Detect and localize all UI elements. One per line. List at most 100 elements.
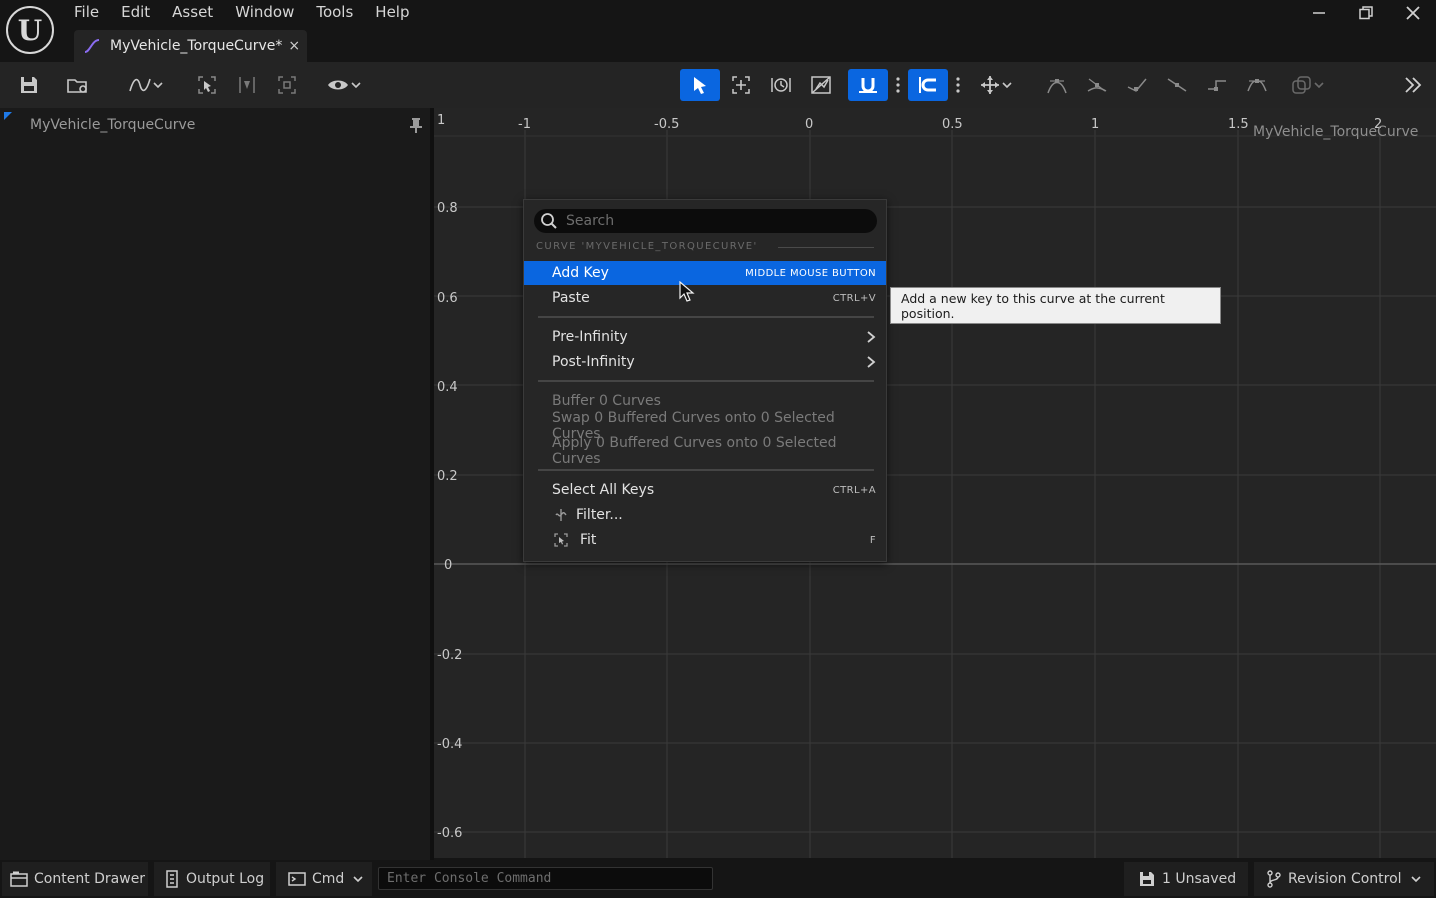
toolbar-overflow-button[interactable] [1398, 70, 1428, 100]
frame-vertical-button[interactable] [232, 70, 262, 100]
asset-tab[interactable]: MyVehicle_TorqueCurve* × [74, 30, 307, 62]
break-tangent-icon [1127, 78, 1147, 92]
axis-snapping-dropdown[interactable] [972, 70, 1020, 100]
graph-curve-label: MyVehicle_TorqueCurve [1253, 124, 1418, 140]
menu-item-shortcut: CTRL+A [832, 484, 876, 496]
menu-item-fit[interactable]: Fit F [524, 528, 886, 552]
menu-item-paste[interactable]: Paste CTRL+V [524, 286, 886, 310]
minimize-button[interactable] [1296, 0, 1342, 26]
menu-item-label: Select All Keys [552, 482, 655, 498]
menu-item-label: Fit [580, 532, 597, 548]
output-log-icon [166, 870, 178, 888]
cmd-dropdown[interactable]: Cmd [276, 862, 372, 896]
menu-item-apply-buffered: Apply 0 Buffered Curves onto 0 Selected … [524, 435, 886, 467]
snap-time-options[interactable] [892, 70, 904, 100]
flatten-tangent-button[interactable] [1242, 70, 1272, 100]
curve-tree-panel: MyVehicle_TorqueCurve [0, 108, 430, 860]
menu-tools[interactable]: Tools [305, 0, 364, 26]
chevron-down-icon [353, 876, 363, 883]
user-tangent-icon [1087, 78, 1107, 92]
fit-icon [554, 533, 568, 547]
terminal-icon [288, 872, 306, 886]
restore-button[interactable] [1343, 0, 1389, 26]
menu-item-select-all-keys[interactable]: Select All Keys CTRL+A [524, 478, 886, 502]
auto-tangent-button[interactable] [1042, 70, 1072, 100]
x-tick-label: 1 [437, 113, 445, 128]
menu-window[interactable]: Window [224, 0, 305, 26]
menu-item-shortcut: MIDDLE MOUSE BUTTON [745, 267, 876, 279]
magnet-vertical-icon [919, 77, 936, 93]
curve-asset-icon [84, 39, 100, 53]
snap-value-button[interactable] [908, 69, 948, 101]
double-chevron-right-icon [1405, 77, 1422, 93]
transform-icon [732, 76, 750, 94]
transform-tool-button[interactable] [726, 70, 756, 100]
minimize-icon [1313, 12, 1325, 14]
tangent-options-dropdown[interactable] [1284, 70, 1332, 100]
browse-button[interactable] [62, 70, 94, 100]
view-options-dropdown[interactable] [320, 70, 368, 100]
search-input[interactable] [564, 212, 858, 230]
retime-icon [771, 78, 791, 92]
menu-help[interactable]: Help [364, 0, 420, 26]
y-tick-label: 0 [444, 558, 452, 573]
menu-file[interactable]: File [74, 0, 110, 26]
x-tick-label: 1.5 [1228, 117, 1249, 132]
close-icon [1406, 6, 1420, 20]
select-tool-button[interactable] [680, 69, 720, 101]
unsaved-assets-icon [1140, 872, 1154, 886]
chevron-down-icon [1002, 82, 1012, 89]
menu-asset[interactable]: Asset [161, 0, 224, 26]
y-tick-label: 0.8 [437, 201, 458, 216]
frame-horizontal-icon [278, 76, 296, 94]
menu-item-pre-infinity[interactable]: Pre-Infinity [524, 325, 886, 349]
save-button[interactable] [14, 70, 44, 100]
y-tick-label: -0.6 [437, 826, 462, 841]
console-command-input[interactable] [378, 867, 713, 890]
unreal-logo-icon[interactable]: U [6, 6, 54, 54]
constant-tangent-button[interactable] [1202, 70, 1232, 100]
revision-control-label: Revision Control [1288, 871, 1402, 887]
close-window-button[interactable] [1390, 0, 1436, 26]
frame-horizontal-button[interactable] [272, 70, 302, 100]
snap-time-button[interactable] [848, 69, 888, 101]
menu-item-filter[interactable]: Filter... [524, 503, 886, 527]
content-drawer-icon [10, 871, 28, 887]
break-tangent-button[interactable] [1122, 70, 1152, 100]
section-divider [778, 247, 874, 248]
search-icon [541, 213, 557, 229]
menu-item-post-infinity[interactable]: Post-Infinity [524, 350, 886, 374]
pin-icon[interactable] [407, 116, 425, 134]
menu-item-label: Paste [552, 290, 590, 306]
output-log-button[interactable]: Output Log [154, 862, 270, 896]
menu-item-shortcut: CTRL+V [832, 292, 876, 304]
menu-item-add-key[interactable]: Add Key MIDDLE MOUSE BUTTON [524, 261, 886, 285]
snap-value-options[interactable] [952, 70, 964, 100]
toolbar [0, 62, 1436, 160]
user-tangent-button[interactable] [1082, 70, 1112, 100]
curve-icon [129, 78, 151, 92]
linear-tangent-button[interactable] [1162, 70, 1192, 100]
revision-control-button[interactable]: Revision Control [1254, 862, 1434, 896]
output-log-label: Output Log [186, 871, 265, 887]
menu-edit[interactable]: Edit [110, 0, 161, 26]
cursor-arrow-icon [694, 77, 706, 94]
browse-folder-icon [67, 79, 87, 93]
content-drawer-button[interactable]: Content Drawer [2, 862, 148, 896]
unsaved-assets-button[interactable]: 1 Unsaved [1124, 862, 1248, 896]
x-tick-label: 0.5 [942, 117, 963, 132]
menu-item-label: Buffer 0 Curves [552, 393, 661, 409]
select-keys-button[interactable] [192, 70, 222, 100]
tab-close-icon[interactable]: × [288, 38, 300, 54]
curve-view-dropdown[interactable] [122, 70, 170, 100]
curve-tree-item[interactable]: MyVehicle_TorqueCurve [30, 117, 195, 133]
menu-bar: File Edit Asset Window Tools Help [74, 0, 421, 26]
menu-item-label: Pre-Infinity [552, 329, 628, 345]
multi-scale-tool-button[interactable] [806, 70, 836, 100]
flatten-tangent-icon [1247, 79, 1267, 92]
chevron-down-icon [153, 82, 163, 89]
menu-search-box[interactable] [534, 209, 877, 233]
retime-tool-button[interactable] [766, 70, 796, 100]
y-tick-label: 0.4 [437, 380, 458, 395]
y-tick-label: 0.6 [437, 291, 458, 306]
